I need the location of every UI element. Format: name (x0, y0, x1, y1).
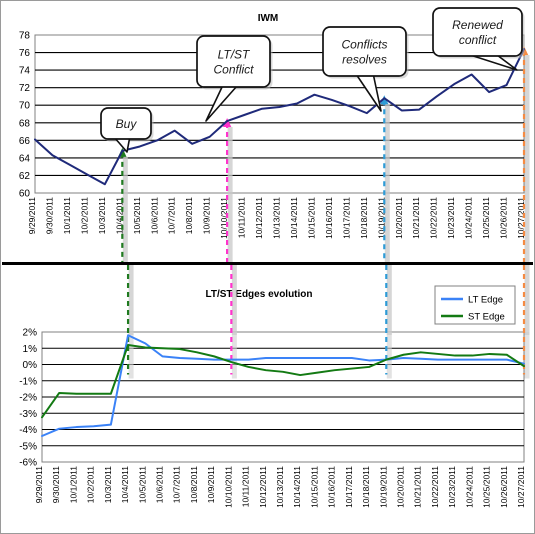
iwm-price-chart-svg: 606264666870727476789/29/2011 9/30/2011 10… (19, 7, 530, 262)
x-tick-label: 10/24/2011 (464, 197, 474, 239)
x-tick-label: 10/2/2011 (79, 197, 89, 234)
callout-label: Buy (116, 117, 138, 131)
x-tick-label: 10/18/2011 (359, 197, 369, 239)
x-tick-label: 10/8/2011 (189, 466, 199, 503)
x-tick-label: 10/12/2011 (258, 466, 268, 508)
x-tick-label: 10/6/2011 (149, 197, 159, 234)
x-tick-label: 10/17/2011 (344, 466, 354, 508)
callout-label: Conflicts (341, 38, 387, 52)
x-tick-label: 10/25/2011 (482, 466, 492, 508)
y-tick-label: 1% (23, 344, 38, 355)
x-tick-label: 10/7/2011 (167, 197, 177, 234)
legend-label: ST Edge (468, 312, 505, 323)
iwm-price-chart-panel: 60 62 64 66 68 70 72 74 76 78 9/29/2011 9/30/2011 10… (1, 1, 535, 262)
x-tick-label: 10/19/2011 (378, 466, 388, 508)
x-tick-label: 9/29/2011 (34, 466, 44, 503)
y-tick-label: 66 (19, 136, 31, 147)
callout-label: Conflict (213, 63, 254, 77)
y-tick-label: 62 (19, 171, 31, 182)
x-tick-label: 10/14/2011 (289, 197, 299, 239)
y-axis-ticks: 60626466687072747678 (19, 31, 31, 200)
x-tick-label: 10/22/2011 (429, 197, 439, 239)
y-tick-label: 72 (19, 83, 31, 94)
x-tick-label: 10/26/2011 (499, 466, 509, 508)
y-tick-label: -5% (19, 441, 37, 452)
y-tick-label: 64 (19, 153, 31, 164)
x-tick-label: 10/2/2011 (86, 466, 96, 503)
y-tick-label: 0% (23, 360, 38, 371)
x-tick-label: 10/1/2011 (62, 197, 72, 234)
x-tick-label: 10/14/2011 (292, 466, 302, 508)
x-tick-label: 10/1/2011 (68, 466, 78, 503)
y-tick-label: -1% (19, 376, 37, 387)
x-tick-label: 10/20/2011 (394, 197, 404, 239)
x-tick-label: 10/27/2011 (516, 466, 526, 508)
x-tick-label: 10/22/2011 (430, 466, 440, 508)
x-tick-label: 10/13/2011 (275, 466, 285, 508)
chart-legend[interactable]: LT Edge ST Edge (434, 285, 516, 325)
x-tick-label: 10/9/2011 (206, 466, 216, 503)
x-tick-label: 9/30/2011 (44, 197, 54, 234)
y-tick-label: 70 (19, 101, 31, 112)
x-tick-label: 10/18/2011 (361, 466, 371, 508)
y-tick-label: -4% (19, 425, 37, 436)
x-tick-label: 10/24/2011 (464, 466, 474, 508)
callout-label: LT/ST (218, 48, 251, 62)
y-axis-ticks: 2%1%0%-1%-2%-3%-4%-5%-6% (19, 328, 37, 469)
lt-st-edges-chart-svg: 2%1%0%-1%-2%-3%-4%-5%-6%9/29/2011 9/30/20… (19, 265, 530, 508)
chart-title: IWM (258, 13, 279, 24)
y-tick-label: 76 (19, 48, 31, 59)
y-tick-label: -3% (19, 409, 37, 420)
x-tick-label: 10/26/2011 (499, 197, 509, 239)
y-tick-label: -2% (19, 393, 37, 404)
x-tick-label: 10/17/2011 (341, 197, 351, 239)
callout-label: conflict (459, 33, 497, 47)
callout-box (196, 35, 271, 88)
x-tick-label: 10/9/2011 (202, 197, 212, 234)
x-tick-label: 10/8/2011 (184, 197, 194, 234)
lt-st-edges-chart-panel: 2% 1% 0% -1% -2% -3% -4% -5% -6% 9/29/2011 9/30/20… (1, 265, 535, 534)
callout-label: Renewed (452, 18, 503, 32)
x-tick-label: 10/16/2011 (324, 197, 334, 239)
x-tick-label: 10/5/2011 (137, 466, 147, 503)
x-tick-label: 10/7/2011 (172, 466, 182, 503)
x-tick-label: 9/30/2011 (51, 466, 61, 503)
x-tick-label: 10/3/2011 (97, 197, 107, 234)
x-tick-label: 10/13/2011 (272, 197, 282, 239)
chart-figure: 60 62 64 66 68 70 72 74 76 78 9/29/2011 9/30/2011 10… (0, 0, 535, 534)
x-tick-label: 10/23/2011 (446, 197, 456, 239)
x-tick-label: 10/11/2011 (237, 197, 247, 239)
x-axis-ticks: 9/29/2011 9/30/2011 10/1/2011 10/2/2011 10/3… (34, 466, 526, 508)
x-tick-label: 10/11/2011 (241, 466, 251, 508)
x-axis-ticks: 9/29/2011 9/30/2011 10/1/2011 10/2/2011 10/3… (27, 197, 526, 239)
x-tick-label: 10/4/2011 (120, 466, 130, 503)
x-tick-label: 10/15/2011 (306, 197, 316, 239)
x-tick-label: 10/5/2011 (132, 197, 142, 234)
y-tick-label: 78 (19, 31, 31, 42)
x-tick-label: 10/21/2011 (413, 466, 423, 508)
chart-title: LT/ST Edges evolution (205, 289, 312, 300)
legend-label: LT Edge (468, 295, 503, 306)
y-tick-label: 68 (19, 118, 31, 129)
x-tick-label: 10/16/2011 (327, 466, 337, 508)
x-tick-label: 10/6/2011 (155, 466, 165, 503)
x-tick-label: 10/21/2011 (411, 197, 421, 239)
callout-box (432, 7, 523, 57)
callout-label: resolves (342, 53, 387, 67)
x-tick-label: 10/23/2011 (447, 466, 457, 508)
x-tick-label: 10/12/2011 (254, 197, 264, 239)
x-tick-label: 10/10/2011 (223, 466, 233, 508)
x-tick-label: 10/15/2011 (309, 466, 319, 508)
callout-box (322, 26, 407, 77)
y-tick-label: 74 (19, 66, 31, 77)
x-tick-label: 9/29/2011 (27, 197, 37, 234)
x-tick-label: 10/25/2011 (481, 197, 491, 239)
x-tick-label: 10/3/2011 (103, 466, 113, 503)
x-tick-label: 10/20/2011 (396, 466, 406, 508)
y-tick-label: 2% (23, 328, 38, 339)
